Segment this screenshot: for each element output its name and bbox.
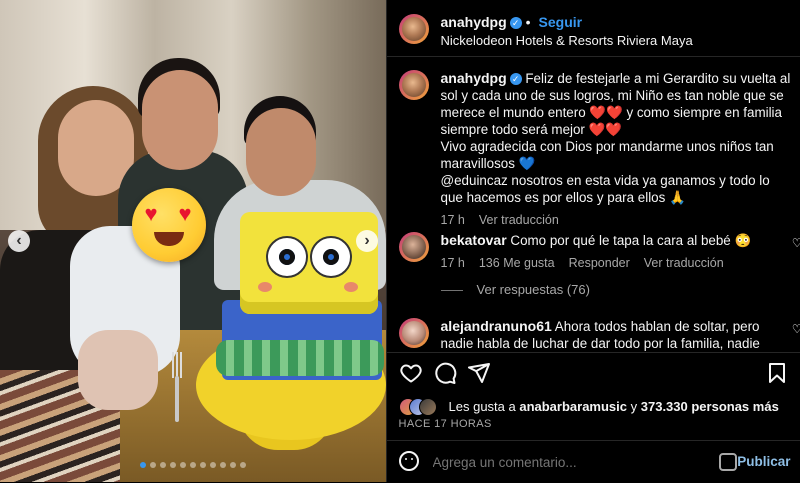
comment-body: bekatovar Como por qué le tapa la cara a…: [441, 232, 771, 272]
gif-icon[interactable]: [718, 453, 737, 471]
heart-eyes-emoji-icon: ♥ ♥: [132, 188, 206, 262]
post-side-panel: anahydpg ✓ • Seguir Nickelodeon Hotels & Re…: [385, 0, 800, 483]
comment-input[interactable]: [430, 454, 705, 471]
topper-eye-left: [266, 236, 308, 278]
carousel-indicator: [0, 462, 386, 468]
bookmark-icon[interactable]: [765, 361, 789, 385]
boy-face: [246, 108, 316, 196]
commenter-username[interactable]: bekatovar: [441, 232, 507, 248]
carousel-next-button[interactable]: ›: [356, 230, 378, 252]
comment-meta: 17 h 136 Me gusta Responder Ver traducción: [441, 255, 771, 272]
commenter-username[interactable]: alejandranuno61: [441, 318, 552, 334]
post-location[interactable]: Nickelodeon Hotels & Resorts Riviera May…: [441, 33, 693, 48]
post-modal: ♥ ♥ ‹ › anahydpg✓•Seguir Nickelodeon: [0, 0, 800, 482]
comment-icon[interactable]: [433, 361, 457, 385]
heart-eye-left-icon: ♥: [144, 201, 158, 226]
carousel-dot: [239, 462, 246, 468]
publish-button[interactable]: Publicar: [737, 454, 790, 469]
share-icon[interactable]: [467, 361, 491, 385]
likes-middle: y: [627, 399, 641, 414]
carousel-dot: [169, 462, 176, 468]
topper-eye-right: [310, 236, 352, 278]
likes-text: Les gusta a anabarbaramusic y 373.330 pe…: [449, 399, 779, 414]
caption-translate-link[interactable]: Ver traducción: [479, 213, 559, 227]
replies-divider: [440, 290, 463, 292]
verified-badge-icon: ✓: [509, 73, 522, 86]
caption-time: 17 h: [440, 213, 465, 227]
add-comment-bar: Publicar: [386, 440, 800, 483]
likes-count[interactable]: 373.330: [641, 399, 688, 414]
carousel-dot: [229, 462, 236, 468]
man-face: [142, 70, 218, 170]
heart-eye-right-icon: ♥: [178, 201, 192, 226]
author-username[interactable]: anahydpg: [441, 14, 507, 30]
author-line: anahydpg ✓ • Seguir: [441, 14, 583, 30]
comment-text: Como por qué le tapa la cara al bebé 😳: [510, 233, 752, 248]
carousel-dot: [209, 462, 216, 468]
reply-button[interactable]: Responder: [569, 256, 630, 270]
post-timestamp[interactable]: HACE 17 HORAS: [399, 418, 492, 430]
follow-button[interactable]: Seguir: [539, 14, 583, 30]
baby-legs: [78, 330, 158, 410]
caption-body: anahydpg ✓ Feliz de festejarle a mi Gerar…: [441, 70, 791, 229]
commenter-avatar[interactable]: [398, 318, 429, 348]
spongebob-cake-topper: [240, 212, 378, 314]
emoji-icon[interactable]: [398, 451, 419, 471]
comment-like-heart-icon[interactable]: ♡: [792, 236, 800, 250]
likes-suffix[interactable]: personas más: [688, 399, 778, 414]
caption-author-avatar[interactable]: [398, 70, 429, 100]
post-photo[interactable]: ♥ ♥ ‹ ›: [0, 0, 386, 482]
view-replies-button[interactable]: Ver respuestas (76): [440, 282, 590, 297]
comment-translate-link[interactable]: Ver traducción: [644, 256, 724, 270]
view-replies-label: Ver respuestas (76): [476, 282, 590, 297]
carousel-dot: [199, 462, 206, 468]
caption-text-3: @eduincaz nosotros en esta vida ya ganam…: [440, 173, 770, 205]
liker-avatar: [418, 398, 437, 416]
author-avatar[interactable]: [398, 14, 429, 44]
topper-cheek-left: [258, 282, 272, 292]
fork-icon: [170, 352, 184, 422]
cake-decoration: [216, 340, 384, 376]
caption-text-2: Vivo agradecida con Dios por mandarme un…: [440, 139, 774, 171]
carousel-dot: [219, 462, 226, 468]
emoji-mouth: [154, 232, 184, 246]
likes-user[interactable]: anabarbaramusic: [519, 399, 627, 414]
carousel-dot: [189, 462, 196, 468]
comment-time: 17 h: [440, 256, 465, 270]
carousel-dot: [179, 462, 186, 468]
caption-meta: 17 h Ver traducción: [441, 212, 791, 229]
carousel-dot: [159, 462, 166, 468]
comment-like-heart-icon[interactable]: ♡: [792, 322, 800, 336]
carousel-dot: [149, 462, 156, 468]
commenter-avatar[interactable]: [398, 232, 429, 262]
liker-avatars[interactable]: [398, 396, 443, 416]
post-header: anahydpg ✓ • Seguir Nickelodeon Hotels & Re…: [386, 0, 800, 57]
action-bar: [386, 352, 800, 393]
carousel-dot: [139, 462, 146, 468]
comment-body: alejandranuno61 Ahora todos hablan de so…: [441, 318, 771, 352]
likes-prefix: Les gusta a: [448, 399, 520, 414]
carousel-prev-button[interactable]: ‹: [8, 230, 30, 252]
separator-dot: •: [525, 14, 531, 30]
comment-likes-count[interactable]: 136 Me gusta: [479, 256, 555, 270]
topper-cheek-right: [344, 282, 358, 292]
verified-badge-icon: ✓: [509, 17, 522, 30]
caption-username[interactable]: anahydpg: [441, 70, 507, 86]
heart-icon[interactable]: [399, 361, 423, 385]
